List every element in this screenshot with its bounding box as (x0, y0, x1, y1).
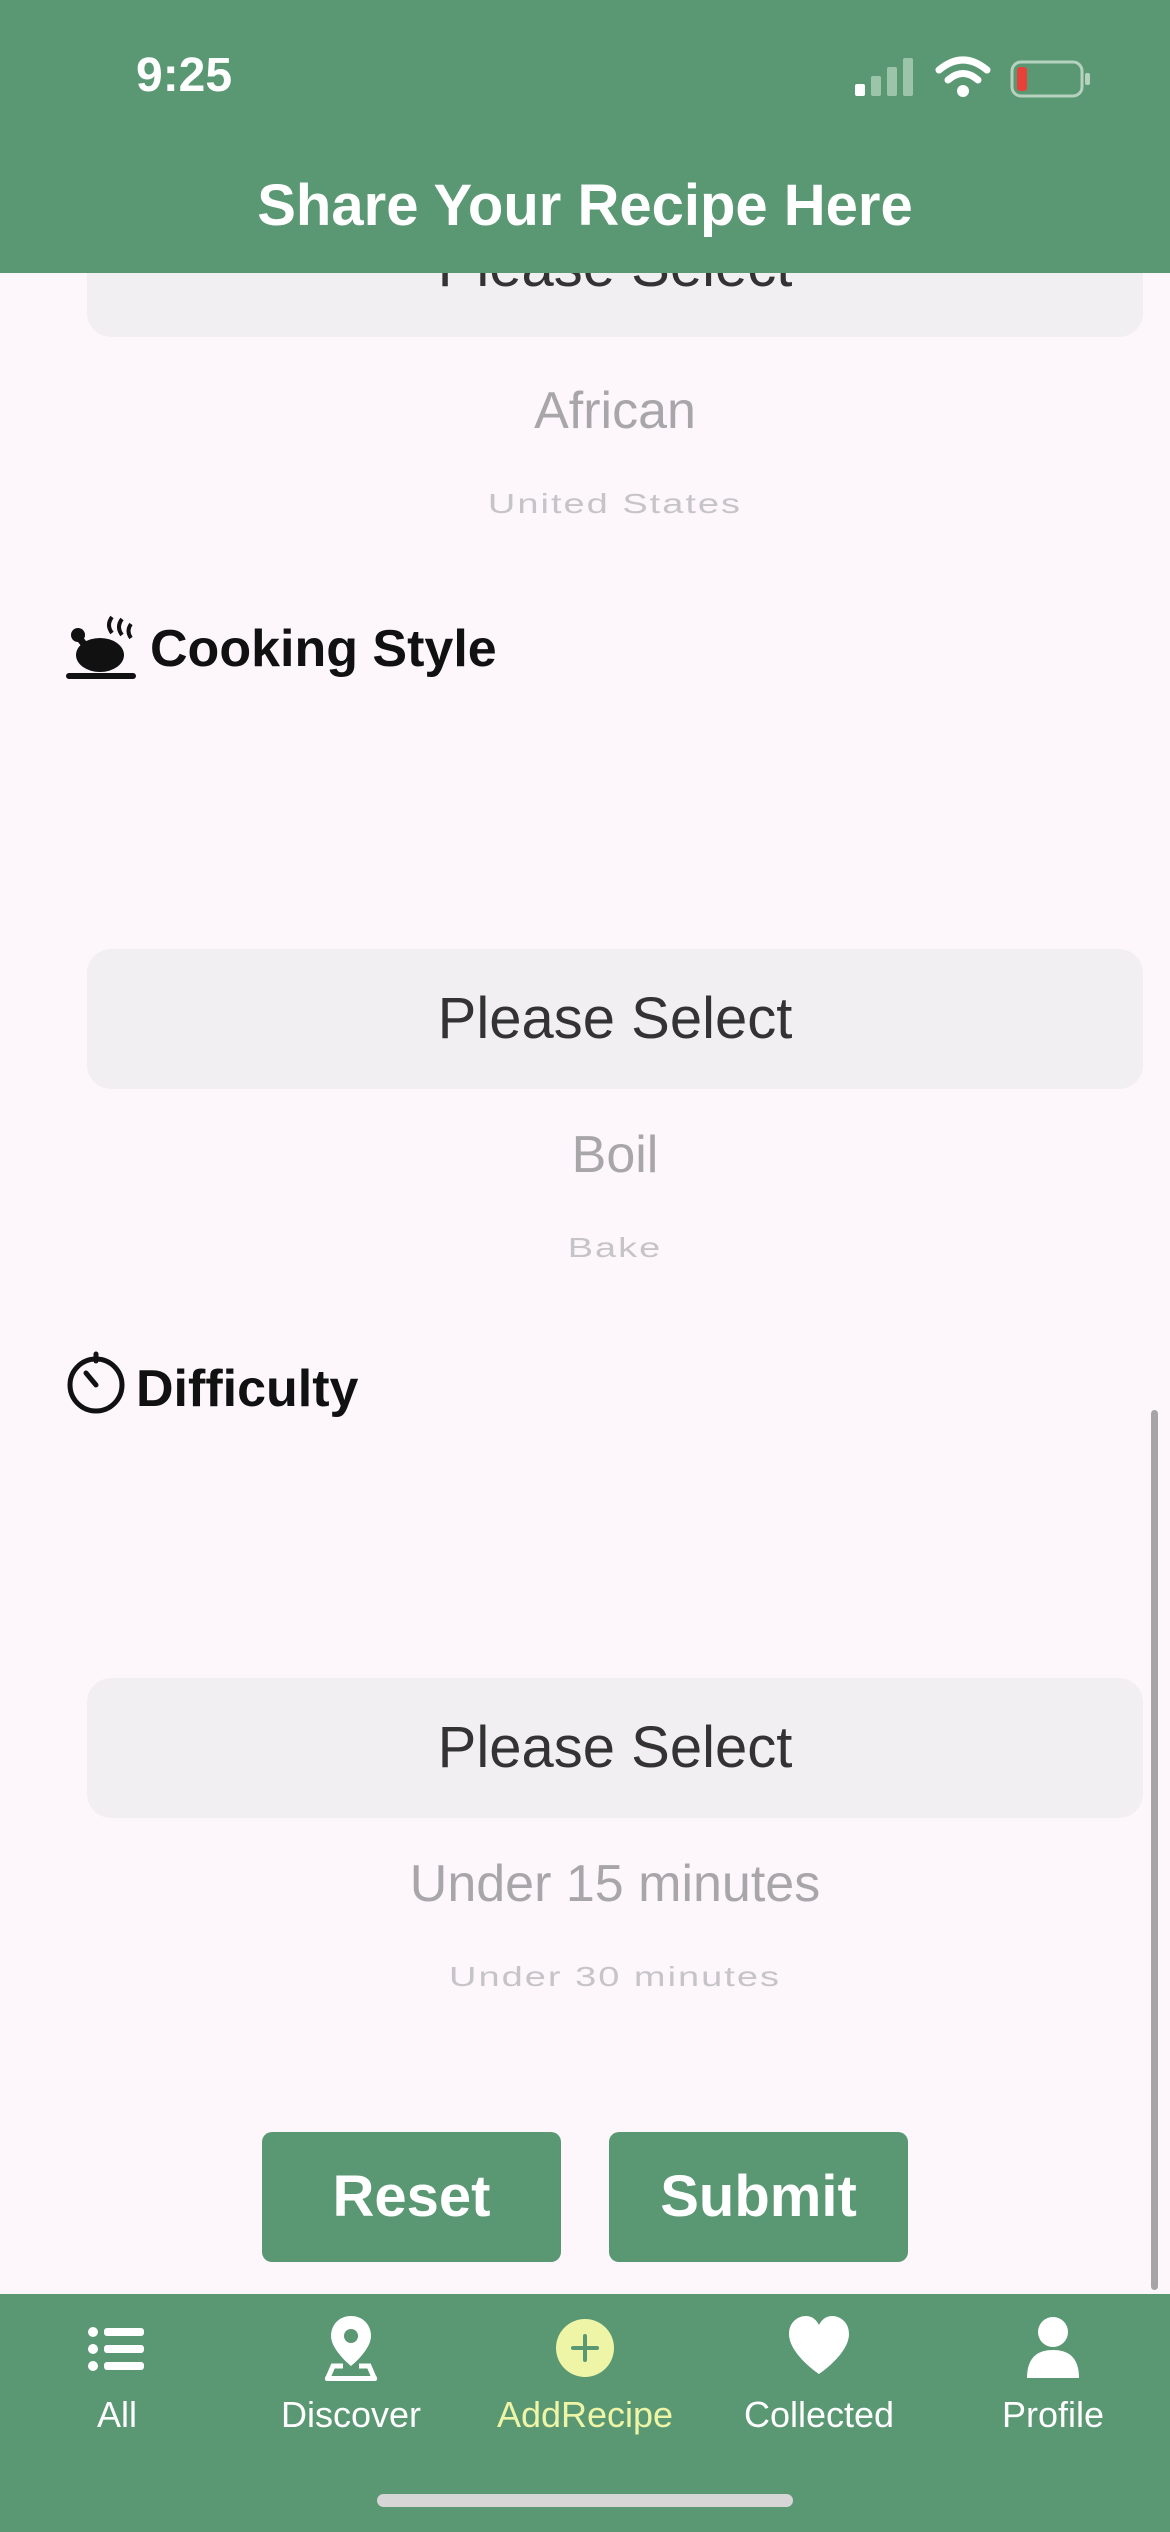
cuisine-option-african[interactable]: African (87, 381, 1143, 441)
cuisine-picker-selected[interactable]: Please Select (87, 273, 1143, 337)
vertical-scrollbar[interactable] (1151, 1410, 1158, 2290)
difficulty-heading: Difficulty (64, 1351, 464, 1431)
page-title: Share Your Recipe Here (257, 173, 913, 238)
status-time: 9:25 (136, 49, 233, 102)
cellular-signal-icon (855, 58, 913, 96)
timer-icon (67, 1351, 125, 1414)
tab-addrecipe[interactable]: AddRecipe (468, 2294, 702, 2464)
status-bar: 9:25 (0, 0, 1170, 150)
recipe-form-scroll[interactable]: Please Select African United States Cook… (0, 273, 1170, 2294)
difficulty-option-under-15[interactable]: Under 15 minutes (87, 1854, 1143, 1914)
tab-discover-label: Discover (280, 2394, 422, 2435)
navigation-bar: Share Your Recipe Here (0, 150, 1170, 273)
cooking-style-heading: Cooking Style (64, 611, 564, 691)
map-pin-icon (324, 2316, 378, 2381)
cooking-style-label: Cooking Style (150, 620, 497, 678)
person-icon (1027, 2317, 1079, 2378)
difficulty-picker-selected[interactable]: Please Select (87, 1678, 1143, 1818)
cooking-style-picker-selected[interactable]: Please Select (87, 949, 1143, 1089)
tab-addrecipe-label: AddRecipe (496, 2394, 674, 2435)
wifi-icon (935, 56, 991, 97)
difficulty-label: Difficulty (136, 1360, 359, 1418)
tab-profile-label: Profile (1001, 2394, 1105, 2435)
cuisine-option-united-states[interactable]: United States (87, 489, 1143, 520)
tab-all[interactable]: All (0, 2294, 234, 2464)
difficulty-option-under-30[interactable]: Under 30 minutes (87, 1962, 1143, 1993)
roast-chicken-icon (66, 615, 136, 679)
tab-discover[interactable]: Discover (234, 2294, 468, 2464)
list-icon (88, 2327, 144, 2371)
reset-button[interactable]: Reset (262, 2132, 561, 2262)
home-indicator[interactable] (377, 2494, 793, 2507)
tab-profile[interactable]: Profile (936, 2294, 1170, 2464)
heart-icon (789, 2316, 849, 2374)
tab-collected[interactable]: Collected (702, 2294, 936, 2464)
tab-collected-label: Collected (743, 2394, 895, 2435)
cooking-option-bake[interactable]: Bake (87, 1233, 1143, 1264)
plus-circle-icon (556, 2319, 614, 2377)
submit-button[interactable]: Submit (609, 2132, 908, 2262)
cooking-option-boil[interactable]: Boil (87, 1125, 1143, 1185)
tab-all-label: All (96, 2394, 137, 2435)
battery-icon (1010, 60, 1090, 98)
